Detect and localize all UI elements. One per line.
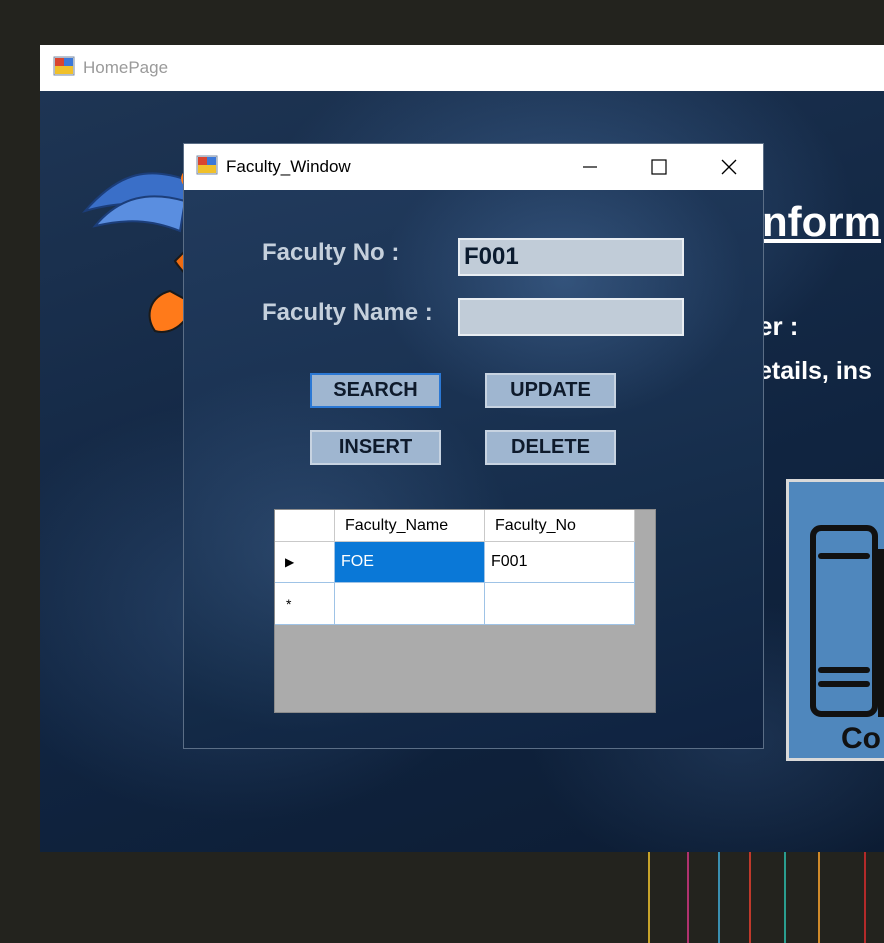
homepage-description: etails, ins xyxy=(758,357,872,385)
backdrop-line xyxy=(864,852,866,943)
backdrop-line xyxy=(749,852,751,943)
faculty-window-titlebar[interactable]: Faculty_Window xyxy=(184,144,763,190)
backdrop-line xyxy=(718,852,720,943)
grid-cell-faculty-name[interactable]: FOE xyxy=(335,542,485,583)
grid-column-header-faculty-no[interactable]: Faculty_No xyxy=(485,510,635,542)
homepage-titlebar[interactable]: HomePage xyxy=(40,45,884,91)
minimize-icon xyxy=(583,166,597,168)
grid-new-row-cell[interactable] xyxy=(335,583,485,625)
backdrop-line xyxy=(687,852,689,943)
faculty-name-input[interactable] xyxy=(458,298,684,336)
insert-button[interactable]: INSERT xyxy=(310,430,441,465)
faculty-name-label: Faculty Name : xyxy=(262,299,433,326)
faculty-grid[interactable]: Faculty_Name Faculty_No ▶ FOE F001 * xyxy=(274,509,656,713)
maximize-icon xyxy=(651,159,667,175)
grid-corner-header[interactable] xyxy=(275,510,335,542)
grid-column-header-faculty-name[interactable]: Faculty_Name xyxy=(335,510,485,542)
current-row-marker: ▶ xyxy=(285,555,295,569)
grid-new-row-header[interactable]: * xyxy=(275,583,335,625)
faculty-window-title: Faculty_Window xyxy=(226,157,351,176)
maximize-button[interactable] xyxy=(624,144,694,190)
search-button[interactable]: SEARCH xyxy=(310,373,441,408)
homepage-subtitle: er : xyxy=(758,311,799,341)
homepage-heading: nform xyxy=(762,198,881,245)
grid-cell-faculty-no[interactable]: F001 xyxy=(485,542,635,583)
backdrop-line xyxy=(648,852,650,943)
update-button[interactable]: UPDATE xyxy=(485,373,616,408)
app-icon xyxy=(53,55,75,82)
app-icon xyxy=(196,154,218,181)
minimize-button[interactable] xyxy=(555,144,625,190)
faculty-window: Faculty_Window Faculty No : Faculty Name… xyxy=(183,143,764,749)
backdrop-line xyxy=(818,852,820,943)
close-icon xyxy=(721,159,737,175)
course-card-label: Co xyxy=(841,722,881,755)
course-card-button[interactable]: Co xyxy=(786,479,884,761)
faculty-no-input[interactable] xyxy=(458,238,684,276)
backdrop-line xyxy=(784,852,786,943)
homepage-title: HomePage xyxy=(83,58,169,77)
grid-row-header[interactable]: ▶ xyxy=(275,542,335,583)
books-icon xyxy=(810,525,884,717)
close-button[interactable] xyxy=(694,144,763,190)
new-row-marker: * xyxy=(286,595,292,612)
delete-button[interactable]: DELETE xyxy=(485,430,616,465)
faculty-no-label: Faculty No : xyxy=(262,239,400,266)
grid-new-row-cell[interactable] xyxy=(485,583,635,625)
faculty-window-body: Faculty No : Faculty Name : SEARCH UPDAT… xyxy=(184,190,763,748)
